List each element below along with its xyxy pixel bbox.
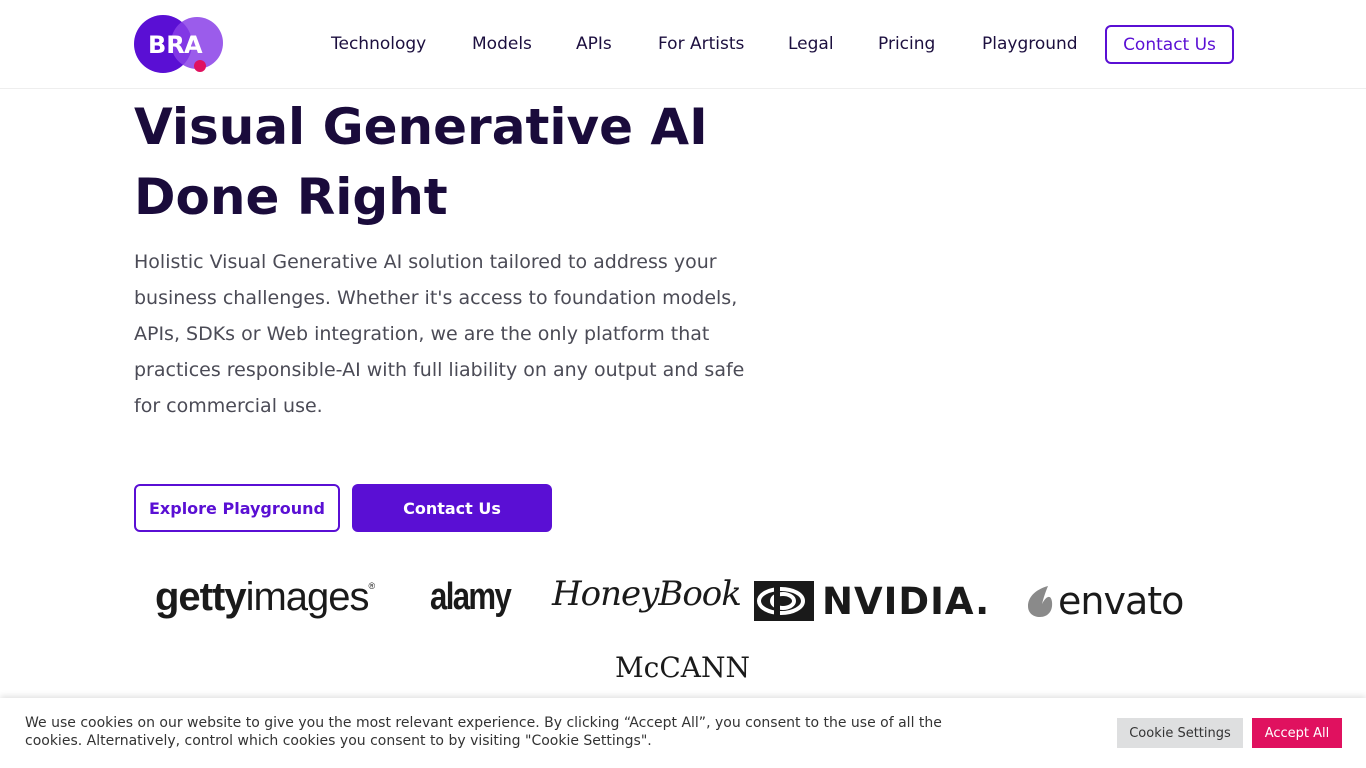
nav-playground[interactable]: Playground: [982, 34, 1078, 54]
getty-word: getty: [155, 575, 247, 619]
cookie-banner: We use cookies on our website to give yo…: [0, 698, 1366, 768]
cookie-text: We use cookies on our website to give yo…: [25, 715, 942, 749]
registered-mark: ®: [368, 581, 376, 591]
nav-for-artists[interactable]: For Artists: [658, 34, 744, 54]
accept-all-button[interactable]: Accept All: [1252, 718, 1342, 748]
nav-technology[interactable]: Technology: [331, 34, 426, 54]
nav-apis[interactable]: APIs: [576, 34, 612, 54]
envato-logo: envato: [1026, 578, 1184, 624]
nvidia-wordmark: NVIDIA.: [822, 579, 991, 623]
cookie-settings-button[interactable]: Cookie Settings: [1117, 718, 1243, 748]
alamy-logo: alamy: [430, 576, 512, 618]
gettyimages-logo: gettyimages®: [155, 575, 376, 620]
envato-leaf-icon: [1028, 586, 1053, 617]
nav-legal[interactable]: Legal: [788, 34, 834, 54]
envato-wordmark: envato: [1058, 579, 1184, 623]
hero-title-line2: Done Right: [134, 168, 448, 226]
nvidia-logo: NVIDIA.: [754, 579, 991, 623]
hero-title: Visual Generative AI Done Right: [134, 92, 834, 232]
images-word: images: [245, 575, 370, 619]
nvidia-eye-icon: [754, 581, 814, 621]
mccann-logo: McCANN: [615, 651, 750, 684]
nav-models[interactable]: Models: [472, 34, 532, 54]
hero-description: Holistic Visual Generative AI solution t…: [134, 251, 745, 417]
hero-title-line1: Visual Generative AI: [134, 98, 708, 156]
nav-contact-button[interactable]: Contact Us: [1105, 25, 1234, 64]
hero-contact-button[interactable]: Contact Us: [352, 484, 552, 532]
honeybook-logo: HoneyBook: [552, 574, 742, 614]
explore-playground-button[interactable]: Explore Playground: [134, 484, 340, 532]
nav-pricing[interactable]: Pricing: [878, 34, 935, 54]
site-header: BR A Technology Models APIs For Artists …: [0, 0, 1366, 89]
